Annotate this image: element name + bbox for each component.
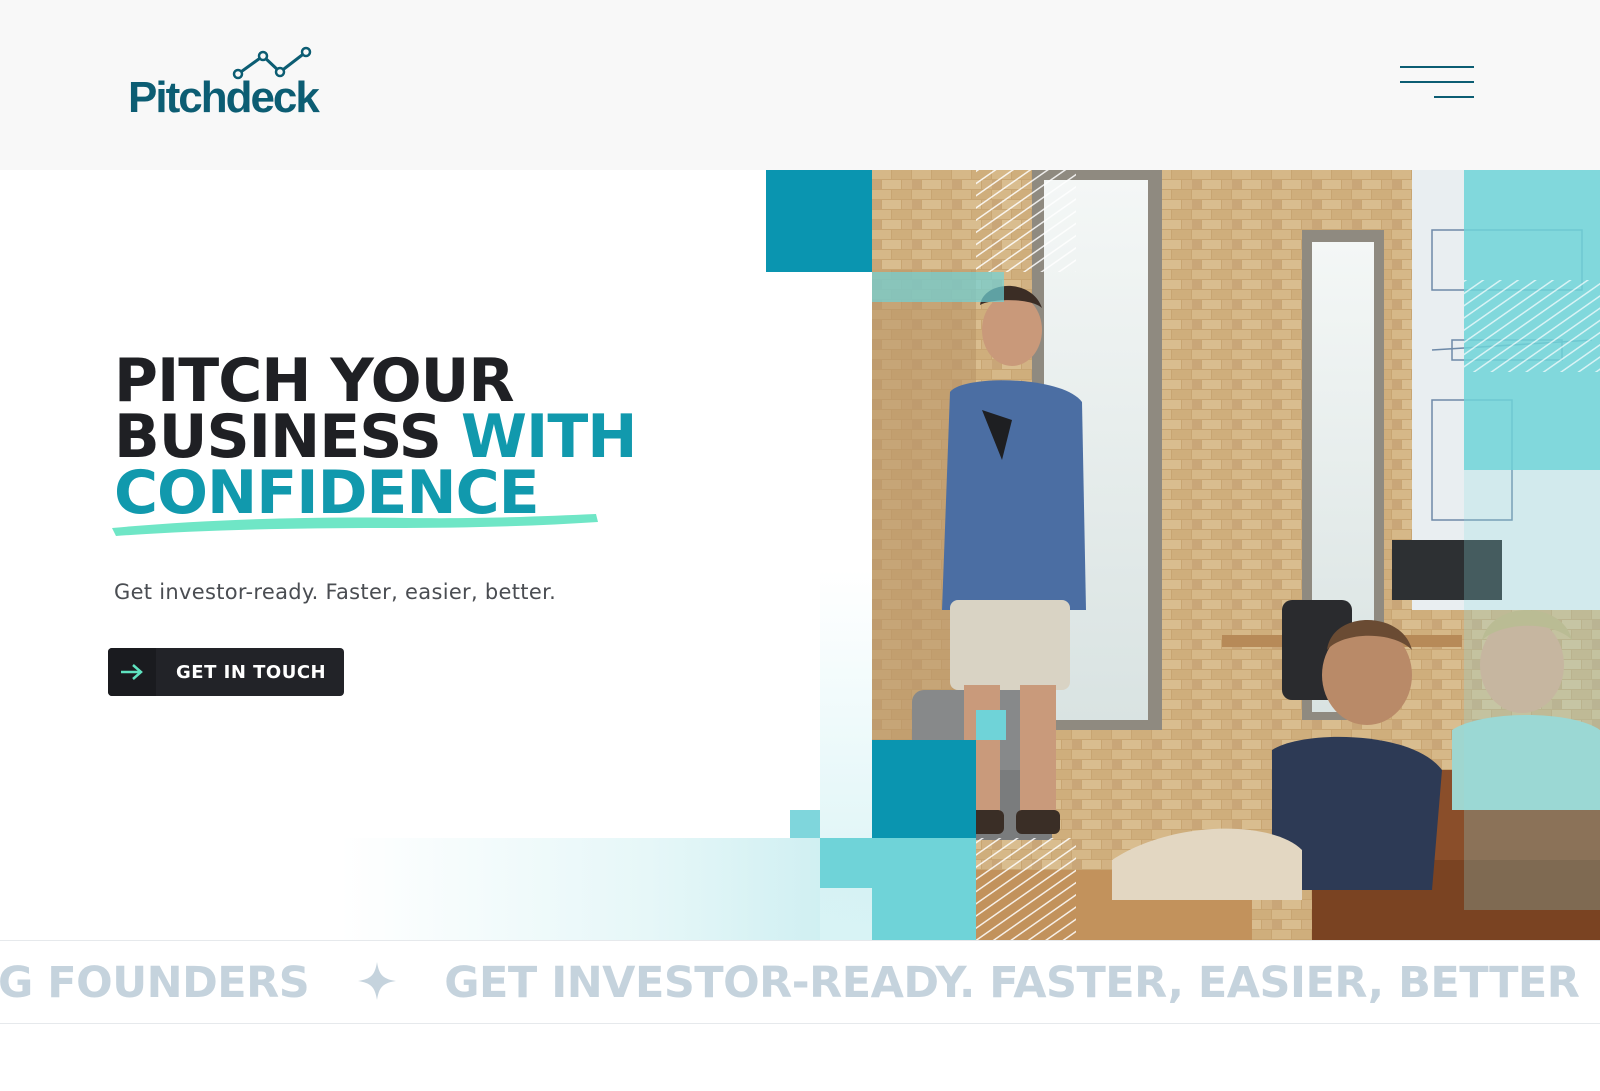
logo-wordmark: Pitchdeck [128,73,320,122]
marquee-banner: G FOUNDERS GET INVESTOR-READY. FASTER, E… [0,940,1600,1024]
deco-square [766,170,872,272]
cta-label: GET IN TOUCH [176,661,327,683]
office-presentation-illustration [872,170,1600,940]
arrow-right-icon [108,648,156,696]
four-point-star-icon [357,961,396,1010]
deco-square [820,838,872,888]
pitchdeck-logo[interactable]: Pitchdeck [128,44,348,124]
deco-square [790,810,820,838]
hero-photo [872,170,1600,940]
marquee-item: G FOUNDERS [0,958,310,1008]
get-in-touch-button[interactable]: GET IN TOUCH [108,648,344,696]
brush-underline [112,514,598,536]
hero-subtext: Get investor-ready. Faster, easier, bett… [114,580,557,604]
hero-section: PITCH YOUR BUSINESS WITH CONFIDENCE Get … [0,170,1600,940]
marquee-track: G FOUNDERS GET INVESTOR-READY. FASTER, E… [0,959,1600,1010]
hero-headline: PITCH YOUR BUSINESS WITH CONFIDENCE [114,351,754,523]
marquee-item: GET INVESTOR-READY. FASTER, EASIER, BETT… [444,958,1580,1008]
hero-gradient [340,838,900,940]
hamburger-menu-icon[interactable] [1400,60,1476,104]
site-header: Pitchdeck [0,0,1600,170]
